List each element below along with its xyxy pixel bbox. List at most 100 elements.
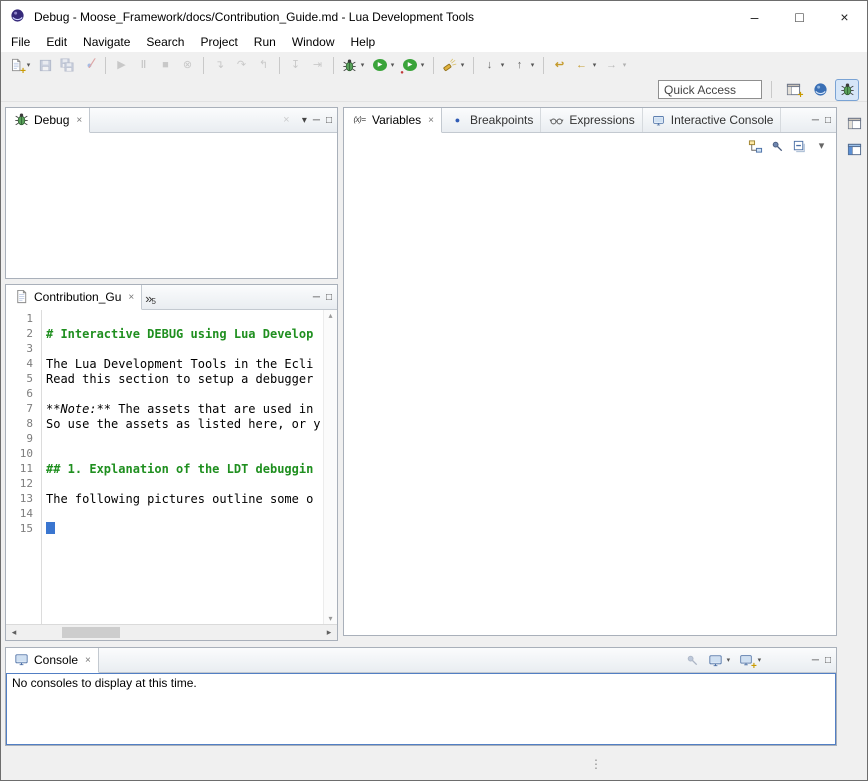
- skip-icon: ●∕: [81, 57, 98, 74]
- code-line: So use the assets as listed here, or y: [46, 417, 323, 432]
- bug-icon: [839, 81, 856, 98]
- menu-project[interactable]: Project: [192, 33, 245, 51]
- step-over-button: ↷: [231, 54, 252, 76]
- sphere-blue-icon: [812, 81, 829, 98]
- tab-label: Contribution_Gu: [34, 290, 121, 304]
- menu-search[interactable]: Search: [138, 33, 192, 51]
- variables-content[interactable]: [344, 159, 836, 635]
- open-console-button[interactable]: +▾: [737, 651, 764, 670]
- scroll-left-arrow-icon[interactable]: ◂: [6, 627, 22, 638]
- menu-window[interactable]: Window: [284, 33, 343, 51]
- previous-annotation-button[interactable]: ↑▾: [509, 54, 538, 76]
- tab-expressions[interactable]: Expressions: [541, 108, 642, 132]
- restore-minimized-view-2-button[interactable]: [845, 140, 864, 159]
- debug-button[interactable]: ▾: [339, 54, 368, 76]
- quick-access-input[interactable]: Quick Access: [658, 80, 762, 99]
- debug-view-content[interactable]: [6, 133, 337, 278]
- pin-icon: [684, 652, 701, 669]
- collapseall-icon: [791, 138, 808, 155]
- step-into-button: ↴: [209, 54, 230, 76]
- tab-interactive-console[interactable]: Interactive Console: [643, 108, 782, 132]
- debug-perspective-button[interactable]: [835, 79, 859, 101]
- page-icon: [13, 288, 30, 305]
- console-view: Console × ▾+▾ ─ □ No consoles to display…: [5, 647, 837, 746]
- window-close-button[interactable]: ×: [822, 1, 867, 32]
- new-wizard-button[interactable]: +▾: [5, 54, 34, 76]
- tab-console[interactable]: Console ×: [6, 648, 99, 673]
- overflow-count: 5: [151, 297, 155, 306]
- menu-file[interactable]: File: [3, 33, 38, 51]
- pin-view-button[interactable]: [768, 137, 787, 156]
- tab-variables[interactable]: (x)=Variables×: [344, 108, 442, 133]
- monitor-icon: [13, 651, 30, 668]
- minimize-view-button[interactable]: ─: [812, 115, 819, 126]
- code-line: The Lua Development Tools in the Ecli: [46, 357, 323, 372]
- display-selected-console-button[interactable]: ▾: [706, 651, 733, 670]
- view-menu-button[interactable]: ▾: [302, 115, 307, 126]
- scroll-right-arrow-icon[interactable]: ▸: [321, 627, 337, 638]
- menu-edit[interactable]: Edit: [38, 33, 75, 51]
- maximize-view-button[interactable]: □: [825, 115, 831, 126]
- console-content[interactable]: No consoles to display at this time.: [6, 673, 836, 745]
- last-edit-location-button[interactable]: ↩: [549, 54, 570, 76]
- tab-breakpoints[interactable]: ●Breakpoints: [442, 108, 541, 132]
- new-icon: +: [7, 57, 24, 74]
- scroll-up-arrow-icon[interactable]: ▴: [328, 311, 332, 320]
- menu-run[interactable]: Run: [246, 33, 284, 51]
- collapse-all-button[interactable]: [790, 137, 809, 156]
- restore-minimized-view-1-button[interactable]: [845, 114, 864, 133]
- right-stack-tabbar: (x)=Variables×●BreakpointsExpressionsInt…: [344, 108, 836, 133]
- scroll-down-arrow-icon[interactable]: ▾: [328, 614, 332, 623]
- close-tab-icon[interactable]: ×: [76, 115, 82, 126]
- minimize-view-button[interactable]: ─: [313, 292, 320, 303]
- toolbar-separator: [333, 57, 334, 74]
- minimized-view-stack: [843, 107, 865, 159]
- pin-icon: [769, 138, 786, 155]
- menu-help[interactable]: Help: [343, 33, 384, 51]
- lua-tools-perspective-button[interactable]: [808, 79, 832, 101]
- maximize-view-button[interactable]: □: [326, 115, 332, 126]
- minimize-view-button[interactable]: ─: [313, 115, 320, 126]
- editor-text-area[interactable]: # Interactive DEBUG using Lua Develop Th…: [46, 310, 323, 624]
- editor-view: Contribution_Gu × » 5 ─ □ 12345678910111…: [5, 284, 338, 641]
- line-number: 12: [6, 477, 41, 492]
- open-perspective-button[interactable]: +: [781, 79, 805, 101]
- toolbar-separator: [771, 81, 772, 98]
- menu-bar: FileEditNavigateSearchProjectRunWindowHe…: [1, 32, 867, 52]
- close-tab-icon[interactable]: ×: [128, 292, 134, 303]
- tree-icon: [747, 138, 764, 155]
- line-number: 2: [6, 327, 41, 342]
- show-logical-structures-button[interactable]: [746, 137, 765, 156]
- pane-icon: [846, 115, 863, 132]
- search-button[interactable]: ▾: [439, 54, 468, 76]
- floppy-all-icon: [59, 57, 76, 74]
- flash-icon: [441, 57, 458, 74]
- window-minimize-button[interactable]: –: [732, 1, 777, 32]
- editor-horizontal-scrollbar[interactable]: ◂ ▸: [6, 624, 337, 640]
- scrollbar-track[interactable]: [22, 625, 321, 640]
- tab-contribution-guide[interactable]: Contribution_Gu ×: [6, 285, 142, 310]
- breakpoint-icon: ●: [449, 112, 466, 129]
- window-maximize-button[interactable]: □: [777, 1, 822, 32]
- menu-navigate[interactable]: Navigate: [75, 33, 138, 51]
- monitor-plus-icon: +: [738, 652, 755, 669]
- run-coverage-button[interactable]: ▶●▾: [399, 54, 428, 76]
- minimize-view-button[interactable]: ─: [812, 655, 819, 666]
- run-button[interactable]: ▶▾: [369, 54, 398, 76]
- scrollbar-thumb[interactable]: [62, 627, 120, 638]
- editor-overflow-chevron[interactable]: » 5: [142, 285, 161, 309]
- next-annotation-button[interactable]: ↓▾: [479, 54, 508, 76]
- editor-vertical-scrollbar[interactable]: ▴ ▾: [323, 310, 337, 624]
- forward-button: →▾: [601, 54, 630, 76]
- sash-drag-handle[interactable]: ⋮: [590, 757, 602, 771]
- close-tab-icon[interactable]: ×: [428, 115, 434, 126]
- maximize-view-button[interactable]: □: [326, 292, 332, 303]
- close-tab-icon[interactable]: ×: [85, 655, 91, 666]
- variables-view-stack: (x)=Variables×●BreakpointsExpressionsInt…: [343, 107, 837, 636]
- maximize-view-button[interactable]: □: [825, 655, 831, 666]
- back-button[interactable]: ←▾: [571, 54, 600, 76]
- code-line: ## 1. Explanation of the LDT debuggin: [46, 462, 323, 477]
- tab-debug[interactable]: Debug ×: [6, 108, 90, 133]
- line-number: 11: [6, 462, 41, 477]
- view-menu-button[interactable]: ▾: [812, 137, 831, 156]
